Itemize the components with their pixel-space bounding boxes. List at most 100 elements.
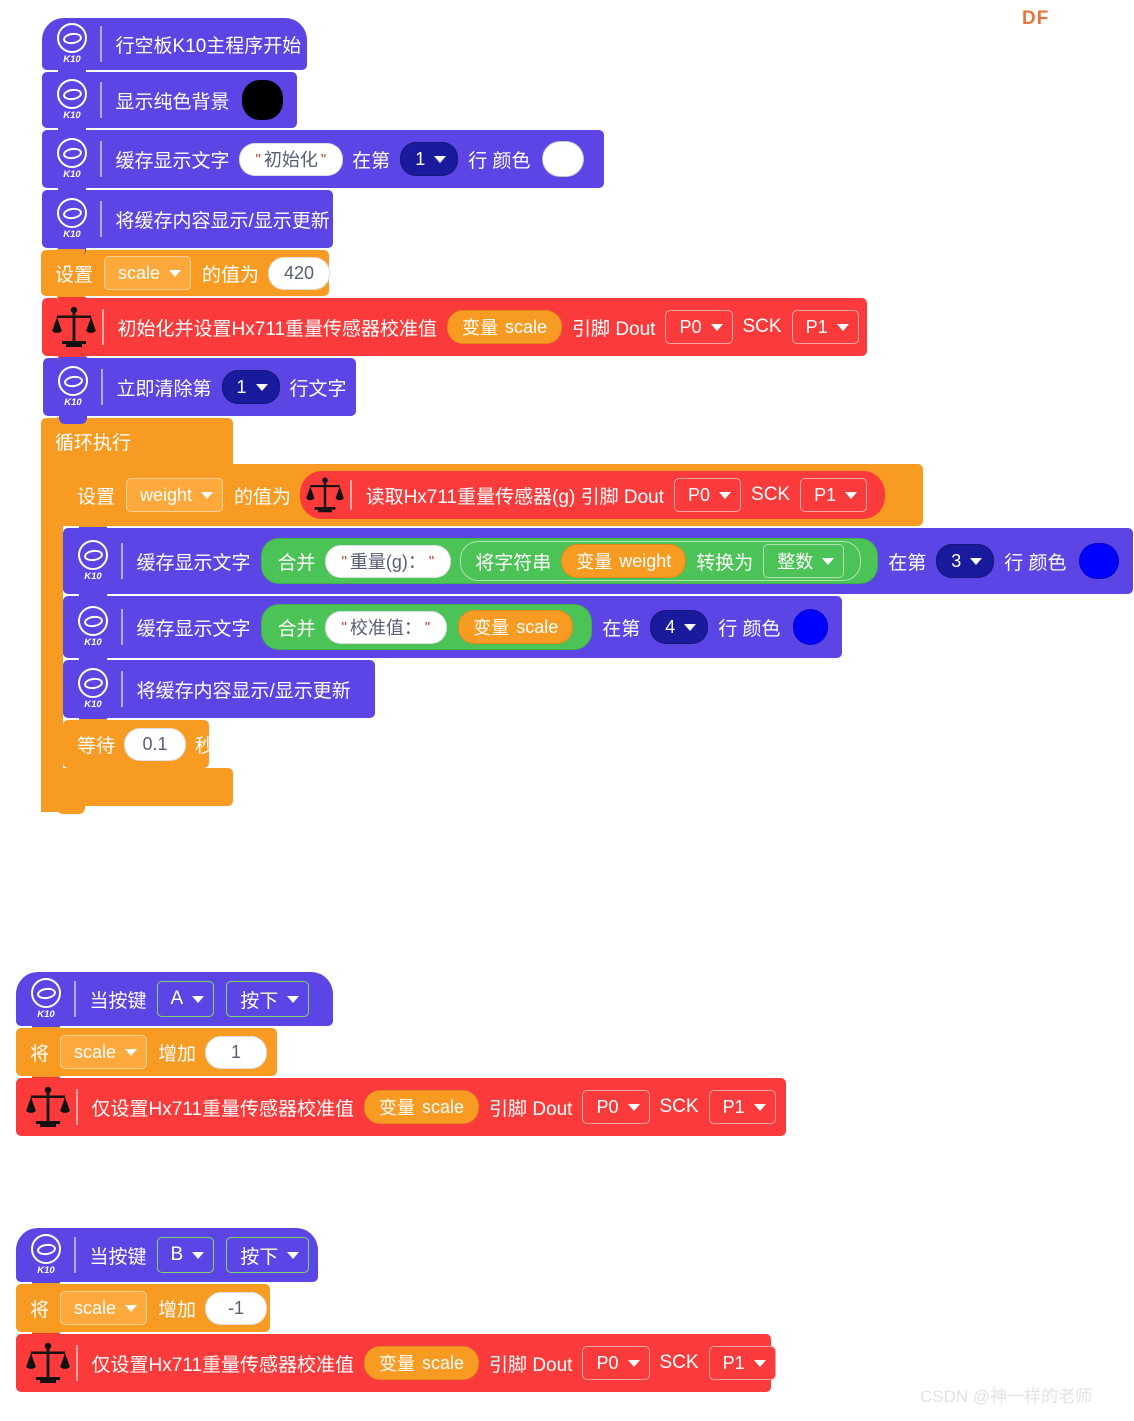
block-label: 缓存显示文字: [136, 618, 251, 640]
block-when-button-a-pressed[interactable]: K10 当按键 A 按下: [16, 972, 333, 1034]
dropdown-clear-line-number[interactable]: 1: [221, 370, 280, 404]
dropdown-convert-type[interactable]: 整数: [763, 544, 845, 578]
label-when-key: 当按键: [89, 990, 147, 1012]
block-divider: [74, 1237, 76, 1273]
color-swatch-background[interactable]: [241, 80, 283, 120]
balance-scale-icon: [26, 1084, 70, 1130]
label-sck: SCK: [742, 316, 782, 337]
variable-reporter-scale[interactable]: 变量 scale: [458, 610, 574, 644]
dropdown-pin-dout[interactable]: P0: [582, 1090, 650, 1124]
chevron-down-icon: [192, 995, 205, 1003]
number-input-change-amount[interactable]: -1: [205, 1291, 268, 1325]
block-label: 缓存显示文字: [115, 150, 230, 172]
k10-board-icon: K10: [73, 605, 113, 649]
dropdown-pin-dout[interactable]: P0: [665, 310, 733, 344]
block-refresh-display-1[interactable]: K10 将缓存内容显示/显示更新: [42, 189, 333, 256]
block-program-start[interactable]: K10 行空板K10主程序开始: [42, 18, 307, 78]
block-clear-line-text[interactable]: K10 立即清除第 1 行文字: [43, 357, 356, 424]
dropdown-pin-dout[interactable]: P0: [674, 478, 742, 512]
block-forever-loop[interactable]: 循环执行 设置 weight 的值为 读取Hx711重量传感器(g) 引脚 Do…: [41, 417, 1133, 814]
block-divider: [121, 543, 123, 579]
script-main: K10 行空板K10主程序开始 K10 显示纯色背景 K10 缓存显示文字 " …: [41, 18, 1133, 814]
block-wait-seconds[interactable]: 等待 0.1 秒: [63, 719, 214, 768]
dropdown-variable-scale[interactable]: scale: [104, 256, 192, 290]
loop-header[interactable]: 循环执行: [41, 417, 233, 464]
block-change-variable-scale[interactable]: 将 scale 增加 -1: [16, 1283, 270, 1340]
text-input-display-string[interactable]: " 初始化 ": [238, 142, 344, 176]
variable-reporter-weight[interactable]: 变量 weight: [561, 544, 687, 578]
variable-reporter-scale[interactable]: 变量 scale: [364, 1090, 480, 1124]
text-input-calibration-prefix[interactable]: " 校准值： ": [324, 610, 448, 644]
dropdown-line-number[interactable]: 3: [936, 544, 995, 578]
block-change-variable-scale[interactable]: 将 scale 增加 1: [16, 1027, 277, 1084]
block-hx711-set-calibration[interactable]: 仅设置Hx711重量传感器校准值 变量 scale 引脚 Dout P0 SCK…: [16, 1077, 786, 1136]
dropdown-variable-weight[interactable]: weight: [126, 478, 224, 512]
reporter-label: 读取Hx711重量传感器(g) 引脚 Dout: [365, 486, 664, 508]
block-label: 将缓存内容显示/显示更新: [136, 680, 351, 702]
loop-label: 循环执行: [55, 432, 132, 454]
block-show-background[interactable]: K10 显示纯色背景: [42, 71, 297, 136]
quote-mark: ": [255, 150, 261, 168]
reporter-join[interactable]: 合并 " 校准值： " 变量 scale: [260, 604, 593, 650]
variable-reporter-scale[interactable]: 变量 scale: [364, 1346, 480, 1380]
label-sck: SCK: [751, 484, 791, 505]
number-input-scale-value[interactable]: 420: [268, 256, 331, 290]
block-set-variable-scale[interactable]: 设置 scale 的值为 420: [41, 249, 331, 304]
block-cache-text-init[interactable]: K10 缓存显示文字 " 初始化 " 在第 1 行 颜色: [42, 129, 604, 196]
color-swatch-text[interactable]: [542, 141, 585, 177]
dropdown-pin-sck[interactable]: P1: [791, 310, 859, 344]
chevron-down-icon: [836, 323, 849, 331]
block-divider: [102, 309, 104, 345]
balance-scale-icon: [306, 475, 345, 515]
label-wait: 等待: [77, 735, 116, 757]
dropdown-pin-sck[interactable]: P1: [708, 1090, 776, 1124]
label-pin-dout: 引脚 Dout: [489, 1354, 573, 1376]
chevron-down-icon: [434, 155, 447, 163]
chevron-down-icon: [970, 557, 983, 565]
block-hx711-set-calibration[interactable]: 仅设置Hx711重量传感器校准值 变量 scale 引脚 Dout P0 SCK…: [16, 1333, 776, 1392]
dropdown-pin-sck[interactable]: P1: [800, 478, 868, 512]
quote-mark: ": [428, 552, 435, 570]
color-swatch-text[interactable]: [1078, 543, 1119, 579]
block-divider: [121, 609, 123, 645]
block-divider: [121, 671, 123, 707]
block-when-button-b-pressed[interactable]: K10 当按键 B 按下: [16, 1228, 318, 1290]
label-line-color: 行 颜色: [1004, 552, 1067, 574]
dropdown-variable-scale[interactable]: scale: [60, 1291, 148, 1325]
dropdown-pin-sck[interactable]: P1: [708, 1346, 776, 1380]
dropdown-key-action[interactable]: 按下: [226, 1237, 310, 1273]
block-refresh-display-2[interactable]: K10 将缓存内容显示/显示更新: [63, 659, 375, 726]
label-sck: SCK: [659, 1096, 699, 1117]
k10-board-icon: K10: [53, 365, 93, 409]
dropdown-key-action[interactable]: 按下: [226, 981, 310, 1017]
dropdown-key-select[interactable]: A: [156, 981, 215, 1017]
block-set-variable-weight[interactable]: 设置 weight 的值为 读取Hx711重量传感器(g) 引脚 Dout P0…: [63, 464, 923, 534]
reporter-convert-string[interactable]: 将字符串 变量 weight 转换为 整数: [460, 541, 862, 581]
variable-reporter-scale[interactable]: 变量 scale: [447, 310, 563, 344]
block-cache-text-calibration[interactable]: K10 缓存显示文字 合并 " 校准值： " 变量 scale 在第 4 行 颜…: [63, 595, 842, 666]
reporter-read-hx711-weight[interactable]: 读取Hx711重量传感器(g) 引脚 Dout P0 SCK P1: [300, 471, 886, 519]
label-change: 将: [30, 1299, 50, 1321]
text-input-weight-prefix[interactable]: " 重量(g)： ": [324, 544, 452, 578]
dropdown-line-number[interactable]: 4: [650, 610, 709, 644]
block-divider: [101, 369, 103, 405]
number-input-change-amount[interactable]: 1: [205, 1035, 268, 1069]
dropdown-variable-scale[interactable]: scale: [60, 1035, 148, 1069]
label-at-line: 在第: [352, 150, 391, 172]
reporter-join[interactable]: 合并 " 重量(g)： " 将字符串 变量 weight 转换为 整数: [260, 538, 879, 584]
block-label: 将缓存内容显示/显示更新: [115, 210, 330, 232]
k10-board-icon: K10: [52, 137, 92, 181]
number-input-wait-seconds[interactable]: 0.1: [124, 727, 187, 761]
chevron-down-icon: [125, 1048, 138, 1056]
chevron-down-icon: [192, 1251, 205, 1259]
block-hx711-init-calibration[interactable]: 初始化并设置Hx711重量传感器校准值 变量 scale 引脚 Dout P0 …: [42, 297, 867, 364]
dropdown-pin-dout[interactable]: P0: [582, 1346, 650, 1380]
block-cache-text-weight[interactable]: K10 缓存显示文字 合并 " 重量(g)： " 将字符串 变量 weight …: [63, 527, 1133, 602]
chevron-down-icon: [753, 1359, 766, 1367]
dropdown-line-number[interactable]: 1: [400, 142, 459, 176]
dropdown-key-select[interactable]: B: [156, 1237, 215, 1273]
label-by: 增加: [158, 1299, 197, 1321]
color-swatch-text[interactable]: [792, 609, 828, 645]
k10-board-icon: K10: [52, 197, 92, 241]
label-line-color: 行 颜色: [468, 150, 531, 172]
